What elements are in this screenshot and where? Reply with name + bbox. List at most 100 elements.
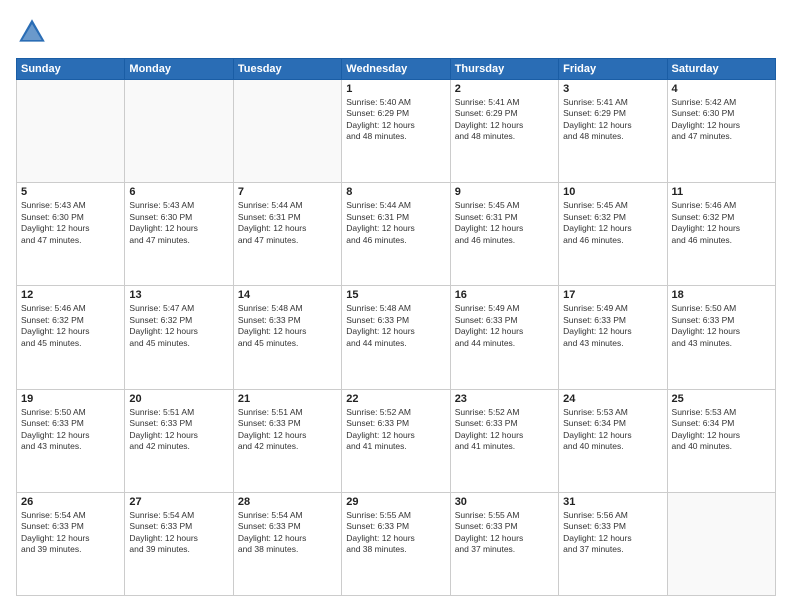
day-number: 9 [455,186,554,198]
calendar-day: 27 Sunrise: 5:54 AM Sunset: 6:33 PM Dayli… [125,492,233,595]
day-number: 17 [563,289,662,301]
calendar-day: 28 Sunrise: 5:54 AM Sunset: 6:33 PM Dayli… [233,492,341,595]
day-number: 1 [346,83,445,95]
day-detail: Sunrise: 5:50 AM Sunset: 6:33 PM Dayligh… [672,303,771,349]
day-number: 15 [346,289,445,301]
calendar-day: 5Sunrise: 5:43 AM Sunset: 6:30 PM Daylig… [17,183,125,286]
calendar-week-4: 19Sunrise: 5:50 AM Sunset: 6:33 PM Dayli… [17,389,776,492]
calendar-header-saturday: Saturday [667,59,775,80]
calendar-week-2: 5 Sunrise: 5:43 AM Sunset: 6:30 PM Daylig… [17,183,776,286]
day-detail: Sunrise: 5:53 AM Sunset: 6:34 PM Dayligh… [672,407,771,453]
day-number: 27 [129,496,228,508]
calendar-day: 25 Sunrise: 5:53 AM Sunset: 6:34 PM Dayli… [667,389,775,492]
day-number: 26 [21,496,120,508]
day-number: 21 [238,393,337,405]
day-number: 10 [563,186,662,198]
calendar-day: 24 Sunrise: 5:53 AM Sunset: 6:34 PM Dayli… [559,389,667,492]
calendar-day: 8Sunrise: 5:44 AM Sunset: 6:31 PM Daylig… [342,183,450,286]
day-detail: Sunrise: 5:53 AM Sunset: 6:34 PM Dayligh… [563,407,662,453]
day-number: 23 [455,393,554,405]
day-detail: Sunrise: 5:41 AM Sunset: 6:29 PM Dayligh… [563,97,662,143]
calendar-day: 3Sunrise: 5:41 AM Sunset: 6:29 PM Daylig… [559,80,667,183]
day-detail: Sunrise: 5:43 AM Sunset: 6:30 PM Dayligh… [129,200,228,246]
day-detail: Sunrise: 5:40 AM Sunset: 6:29 PM Dayligh… [346,97,445,143]
day-number: 18 [672,289,771,301]
day-detail: Sunrise: 5:54 AM Sunset: 6:33 PM Dayligh… [21,510,120,556]
calendar-day: 29Sunrise: 5:55 AM Sunset: 6:33 PM Dayli… [342,492,450,595]
day-number: 30 [455,496,554,508]
day-detail: Sunrise: 5:49 AM Sunset: 6:33 PM Dayligh… [563,303,662,349]
calendar-header-row: SundayMondayTuesdayWednesdayThursdayFrid… [17,59,776,80]
calendar-day: 11 Sunrise: 5:46 AM Sunset: 6:32 PM Dayli… [667,183,775,286]
calendar-day: 15 Sunrise: 5:48 AM Sunset: 6:33 PM Dayli… [342,286,450,389]
calendar-header-monday: Monday [125,59,233,80]
calendar-day [667,492,775,595]
calendar-day: 21 Sunrise: 5:51 AM Sunset: 6:33 PM Dayli… [233,389,341,492]
day-detail: Sunrise: 5:41 AM Sunset: 6:29 PM Dayligh… [455,97,554,143]
day-number: 16 [455,289,554,301]
day-detail: Sunrise: 5:52 AM Sunset: 6:33 PM Dayligh… [346,407,445,453]
calendar-day [17,80,125,183]
day-detail: Sunrise: 5:56 AM Sunset: 6:33 PM Dayligh… [563,510,662,556]
calendar-header-sunday: Sunday [17,59,125,80]
calendar-day: 7 Sunrise: 5:44 AM Sunset: 6:31 PM Daylig… [233,183,341,286]
calendar-day: 23 Sunrise: 5:52 AM Sunset: 6:33 PM Dayli… [450,389,558,492]
header [16,16,776,48]
calendar: SundayMondayTuesdayWednesdayThursdayFrid… [16,58,776,596]
calendar-day: 16Sunrise: 5:49 AM Sunset: 6:33 PM Dayli… [450,286,558,389]
calendar-day: 1 Sunrise: 5:40 AM Sunset: 6:29 PM Daylig… [342,80,450,183]
calendar-header-thursday: Thursday [450,59,558,80]
calendar-day [125,80,233,183]
day-detail: Sunrise: 5:51 AM Sunset: 6:33 PM Dayligh… [238,407,337,453]
day-detail: Sunrise: 5:45 AM Sunset: 6:31 PM Dayligh… [455,200,554,246]
calendar-day: 9 Sunrise: 5:45 AM Sunset: 6:31 PM Daylig… [450,183,558,286]
day-detail: Sunrise: 5:44 AM Sunset: 6:31 PM Dayligh… [346,200,445,246]
calendar-day: 18 Sunrise: 5:50 AM Sunset: 6:33 PM Dayli… [667,286,775,389]
day-number: 14 [238,289,337,301]
calendar-day: 20Sunrise: 5:51 AM Sunset: 6:33 PM Dayli… [125,389,233,492]
day-number: 7 [238,186,337,198]
calendar-week-1: 1 Sunrise: 5:40 AM Sunset: 6:29 PM Daylig… [17,80,776,183]
day-number: 5 [21,186,120,198]
calendar-day: 10 Sunrise: 5:45 AM Sunset: 6:32 PM Dayli… [559,183,667,286]
day-number: 12 [21,289,120,301]
day-number: 31 [563,496,662,508]
day-detail: Sunrise: 5:55 AM Sunset: 6:33 PM Dayligh… [455,510,554,556]
calendar-day: 22Sunrise: 5:52 AM Sunset: 6:33 PM Dayli… [342,389,450,492]
day-number: 2 [455,83,554,95]
calendar-day: 2 Sunrise: 5:41 AM Sunset: 6:29 PM Daylig… [450,80,558,183]
calendar-day: 12Sunrise: 5:46 AM Sunset: 6:32 PM Dayli… [17,286,125,389]
day-number: 24 [563,393,662,405]
day-detail: Sunrise: 5:51 AM Sunset: 6:33 PM Dayligh… [129,407,228,453]
calendar-day: 13 Sunrise: 5:47 AM Sunset: 6:32 PM Dayli… [125,286,233,389]
calendar-day: 14 Sunrise: 5:48 AM Sunset: 6:33 PM Dayli… [233,286,341,389]
day-detail: Sunrise: 5:47 AM Sunset: 6:32 PM Dayligh… [129,303,228,349]
page: SundayMondayTuesdayWednesdayThursdayFrid… [0,0,792,612]
calendar-week-5: 26 Sunrise: 5:54 AM Sunset: 6:33 PM Dayli… [17,492,776,595]
logo [16,16,52,48]
day-detail: Sunrise: 5:42 AM Sunset: 6:30 PM Dayligh… [672,97,771,143]
day-detail: Sunrise: 5:54 AM Sunset: 6:33 PM Dayligh… [129,510,228,556]
day-number: 4 [672,83,771,95]
calendar-day: 6Sunrise: 5:43 AM Sunset: 6:30 PM Daylig… [125,183,233,286]
day-detail: Sunrise: 5:52 AM Sunset: 6:33 PM Dayligh… [455,407,554,453]
day-detail: Sunrise: 5:45 AM Sunset: 6:32 PM Dayligh… [563,200,662,246]
day-number: 28 [238,496,337,508]
calendar-day: 26 Sunrise: 5:54 AM Sunset: 6:33 PM Dayli… [17,492,125,595]
day-number: 13 [129,289,228,301]
day-detail: Sunrise: 5:55 AM Sunset: 6:33 PM Dayligh… [346,510,445,556]
day-detail: Sunrise: 5:48 AM Sunset: 6:33 PM Dayligh… [346,303,445,349]
calendar-day: 31 Sunrise: 5:56 AM Sunset: 6:33 PM Dayli… [559,492,667,595]
calendar-day: 17 Sunrise: 5:49 AM Sunset: 6:33 PM Dayli… [559,286,667,389]
day-number: 19 [21,393,120,405]
day-detail: Sunrise: 5:48 AM Sunset: 6:33 PM Dayligh… [238,303,337,349]
logo-icon [16,16,48,48]
calendar-header-friday: Friday [559,59,667,80]
day-number: 25 [672,393,771,405]
day-detail: Sunrise: 5:54 AM Sunset: 6:33 PM Dayligh… [238,510,337,556]
day-number: 11 [672,186,771,198]
calendar-day: 19Sunrise: 5:50 AM Sunset: 6:33 PM Dayli… [17,389,125,492]
calendar-header-tuesday: Tuesday [233,59,341,80]
day-detail: Sunrise: 5:46 AM Sunset: 6:32 PM Dayligh… [672,200,771,246]
day-detail: Sunrise: 5:44 AM Sunset: 6:31 PM Dayligh… [238,200,337,246]
